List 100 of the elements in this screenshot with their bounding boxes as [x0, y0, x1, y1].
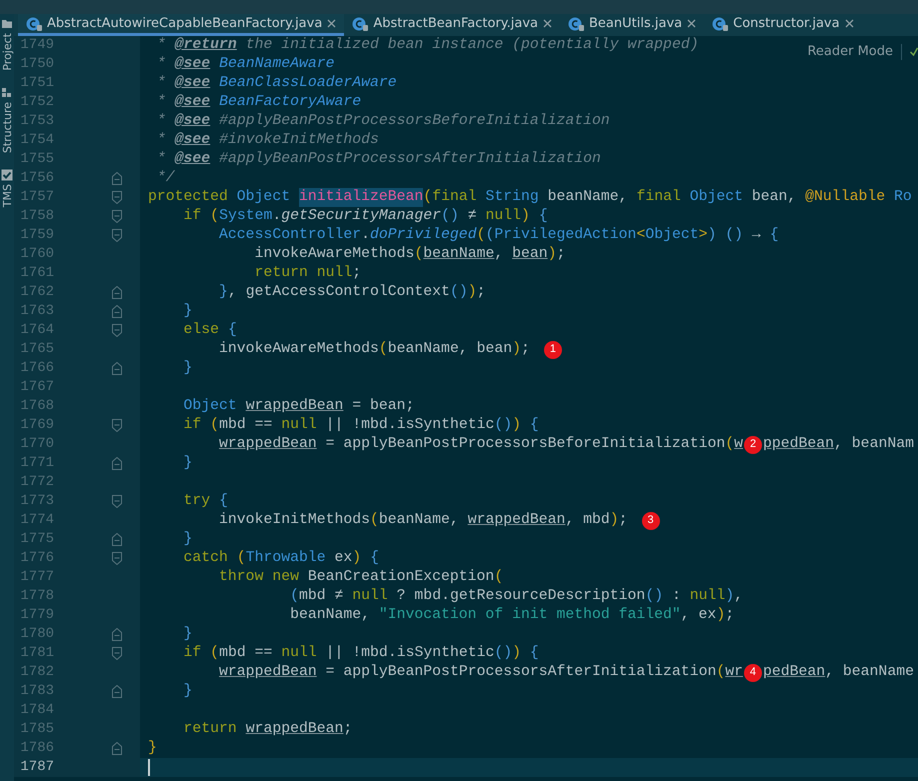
line-number: 1769	[19, 416, 54, 435]
line-number: 1773	[19, 492, 54, 511]
structure-icon	[1, 86, 13, 99]
line-number: 1756	[19, 169, 54, 188]
code-line: if (System.getSecurityManager() ≠ null) {	[182, 207, 548, 226]
fold-icon	[112, 495, 122, 508]
java-class-icon	[712, 16, 728, 32]
line-number: 1777	[19, 568, 54, 587]
line-number: 1771	[19, 454, 54, 473]
fold-icon	[112, 742, 122, 755]
code-line: * @see #applyBeanPostProcessorsAfterInitialization	[156, 150, 601, 169]
close-icon	[543, 19, 552, 28]
java-class-icon	[568, 16, 584, 32]
code-line: * @see #applyBeanPostProcessorsBeforeInitialization	[156, 112, 610, 131]
code-line: }	[182, 302, 192, 321]
fold-icon	[112, 647, 122, 660]
line-number: 1785	[19, 720, 54, 739]
code-line: wrappedBean = applyBeanPostProcessorsBeforeInitialization(w 2 ppedBean, beanNam	[218, 435, 914, 454]
line-number: 1753	[19, 112, 54, 131]
code-line: invokeAwareMethods(beanName, bean); 1	[148, 340, 564, 359]
code-line: beanName, "Invocation of init method failed", ex);	[289, 606, 734, 625]
fold-icon	[112, 552, 122, 565]
code-line: }	[182, 359, 192, 378]
code-line: }	[182, 454, 192, 473]
code-line: else {	[182, 321, 237, 340]
line-number: 1782	[19, 663, 54, 682]
code-line: * @see #invokeInitMethods	[156, 131, 379, 150]
line-number: 1767	[19, 378, 54, 397]
fold-icon	[112, 628, 122, 641]
code-line: * @see BeanFactoryAware	[156, 93, 362, 112]
code-line: (mbd ≠ null ? mbd.getResourceDescription() : null),	[289, 587, 744, 606]
line-number: 1779	[19, 606, 54, 625]
file-tab[interactable]: AbstractBeanFactory.java	[344, 14, 560, 36]
line-number: 1770	[19, 435, 54, 454]
line-number: 1775	[19, 530, 54, 549]
line-number: 1786	[19, 739, 54, 758]
number-badge: 1	[544, 340, 562, 358]
java-class-icon	[352, 16, 368, 32]
line-number: 1758	[19, 207, 54, 226]
code-line: }	[182, 682, 192, 701]
line-number: 1761	[19, 264, 54, 283]
code-line: wrappedBean = applyBeanPostProcessorsAfterInitialization(wr 4 pedBean, beanName	[218, 663, 914, 682]
line-number: 1760	[19, 245, 54, 264]
file-tab[interactable]: Constructor.java	[704, 14, 862, 36]
file-tab[interactable]: AbstractAutowireCapableBeanFactory.java	[18, 14, 344, 36]
code-line: * @see BeanClassLoaderAware	[156, 74, 397, 93]
line-number: 1774	[19, 511, 54, 530]
code-line: */	[156, 169, 175, 188]
number-badge: 4	[744, 664, 762, 682]
code-line: try {	[182, 492, 228, 511]
code-line: if (mbd == null || !mbd.isSynthetic()) {	[182, 644, 539, 663]
fold-icon	[112, 685, 122, 698]
line-number: 1759	[19, 226, 54, 245]
reader-mode-button[interactable]: Reader Mode	[807, 42, 893, 62]
line-number: 1783	[19, 682, 54, 701]
code-line: }	[182, 530, 192, 549]
tool-window-button[interactable]: Structure	[0, 86, 14, 153]
fold-icon	[112, 305, 122, 318]
line-number: 1749	[19, 36, 54, 55]
code-line: }	[182, 625, 192, 644]
code-line: return wrappedBean;	[182, 720, 352, 739]
code-line: protected Object initializeBean(final String beanName, final Object bean, @Nullable Ro	[148, 188, 912, 207]
code-line: invokeAwareMethods(beanName, bean);	[254, 245, 566, 264]
java-class-icon	[26, 16, 42, 32]
code-line: Object wrappedBean = bean;	[182, 397, 414, 416]
code-line: }, getAccessControlContext());	[218, 283, 486, 302]
code-line: return null;	[254, 264, 362, 283]
line-number: 1768	[19, 397, 54, 416]
fold-icon	[112, 210, 122, 223]
code-line: }	[148, 739, 157, 758]
line-number: 1784	[19, 701, 54, 720]
line-number: 1763	[19, 302, 54, 321]
fold-icon	[112, 457, 122, 470]
check-icon	[910, 46, 918, 57]
close-icon	[687, 19, 696, 28]
text-cursor	[148, 759, 150, 776]
code-line: throw new BeanCreationException(	[218, 568, 504, 587]
code-line: * @see BeanNameAware	[156, 55, 335, 74]
fold-icon	[112, 229, 122, 242]
line-number: 1780	[19, 625, 54, 644]
fold-icon	[112, 419, 122, 432]
line-number: 1751	[19, 74, 54, 93]
line-number: 1755	[19, 150, 54, 169]
close-icon	[844, 19, 854, 28]
number-badge: 3	[642, 512, 660, 530]
line-number: 1750	[19, 55, 54, 74]
file-tab[interactable]: BeanUtils.java	[560, 14, 704, 36]
line-number: 1781	[19, 644, 54, 663]
tool-window-button[interactable]: TMS	[0, 168, 14, 208]
tool-window-button[interactable]: Project	[0, 18, 14, 71]
line-number: 1752	[19, 93, 54, 112]
fold-icon	[112, 191, 122, 204]
code-line: AccessController.doPrivileged((PrivilegedAction<Object>) () → {	[218, 226, 779, 245]
line-number: 1776	[19, 549, 54, 568]
fold-icon	[112, 172, 122, 185]
line-number: 1787	[19, 758, 54, 777]
line-number: 1762	[19, 283, 54, 302]
fold-icon	[112, 533, 122, 546]
close-icon	[327, 19, 336, 28]
fold-icon	[112, 286, 122, 299]
